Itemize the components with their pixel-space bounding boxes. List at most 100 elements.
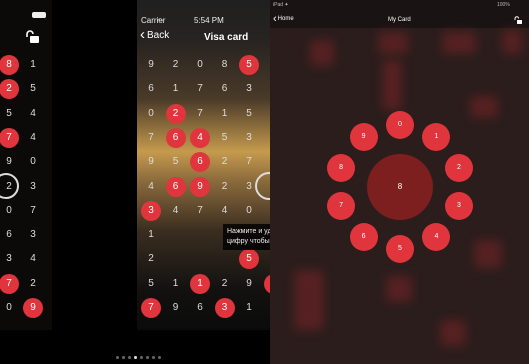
dial-digit-button[interactable]: 4: [422, 223, 451, 252]
digit-cell[interactable]: 2: [215, 152, 235, 172]
digit-cell[interactable]: 9: [190, 176, 210, 197]
digit-cell[interactable]: 4: [215, 201, 235, 221]
digit-cell[interactable]: 3: [239, 128, 259, 148]
digit-cell[interactable]: 5: [141, 274, 161, 294]
digit-cell[interactable]: 2: [23, 274, 43, 294]
digit-cell[interactable]: 5: [239, 249, 259, 270]
digit-cell[interactable]: 1: [239, 298, 259, 318]
digit-cell[interactable]: 7: [239, 152, 259, 172]
digit-cell[interactable]: 3: [23, 225, 43, 245]
digit-cell[interactable]: 6: [165, 176, 186, 197]
digit-cell[interactable]: 8: [0, 55, 19, 75]
digit-cell[interactable]: 6: [190, 298, 210, 318]
digit-cell[interactable]: 9: [141, 152, 161, 172]
digit-cell[interactable]: 2: [0, 79, 19, 100]
digit-cell[interactable]: 2: [166, 55, 186, 75]
page-dot: [146, 356, 149, 359]
page-dot: [116, 356, 119, 359]
digit-cell[interactable]: [190, 249, 210, 269]
digit-cell[interactable]: 2: [215, 274, 235, 294]
page-title: Visa card: [204, 32, 249, 43]
digit-cell[interactable]: 3: [23, 177, 43, 197]
digit-cell[interactable]: 1: [166, 79, 186, 99]
digit-cell[interactable]: 4: [166, 201, 186, 221]
digit-cell[interactable]: 3: [0, 249, 19, 269]
dial-digit-button[interactable]: 8: [327, 153, 356, 182]
hint-line-2: цифру чтобы изменить ее: [227, 238, 270, 245]
digit-cell[interactable]: 4: [23, 128, 43, 148]
back-button[interactable]: ‹ Back: [140, 27, 169, 42]
dial-digit-button[interactable]: 0: [386, 111, 414, 139]
visa-card-screen: Carrier ◠ 5:54 PM ‹ Back Visa card 92085…: [137, 0, 270, 330]
digit-cell[interactable]: 0: [239, 201, 259, 221]
home-button[interactable]: ‹ Home: [273, 13, 294, 25]
digit-cell[interactable]: 5: [23, 79, 43, 99]
digit-cell[interactable]: 4: [23, 104, 43, 124]
digit-cell[interactable]: 1: [141, 225, 161, 245]
page-dot: [134, 356, 137, 359]
digit-cell[interactable]: 4: [190, 127, 210, 148]
digit-cell[interactable]: 9: [239, 274, 259, 294]
digit-cell[interactable]: 5: [166, 152, 186, 172]
dial-digit-button[interactable]: 3: [444, 192, 473, 221]
unlock-icon[interactable]: [513, 16, 523, 25]
digit-cell[interactable]: 4: [141, 177, 161, 197]
status-time: 5:54 PM: [194, 16, 224, 25]
digit-cell[interactable]: 7: [190, 79, 210, 99]
dial-digit-button[interactable]: 5: [386, 235, 414, 263]
digit-cell[interactable]: 7: [0, 273, 19, 294]
digit-cell[interactable]: 0: [141, 104, 161, 124]
chevron-left-icon: ‹: [273, 13, 277, 25]
digit-cell[interactable]: [190, 225, 210, 245]
digit-cell[interactable]: 5: [0, 104, 19, 124]
digit-cell[interactable]: 7: [141, 298, 161, 318]
digit-cell[interactable]: 8: [215, 55, 235, 75]
selected-digit-button[interactable]: 8: [367, 154, 433, 220]
digit-cell[interactable]: 9: [141, 55, 161, 75]
digit-cell[interactable]: 5: [239, 55, 259, 75]
digit-cell[interactable]: 6: [0, 225, 19, 245]
digit-cell[interactable]: 6: [165, 127, 186, 148]
digit-cell[interactable]: 1: [23, 55, 43, 75]
dial-digit-button[interactable]: 1: [422, 122, 451, 151]
digit-cell[interactable]: 2: [165, 103, 186, 124]
digit-cell[interactable]: 1: [166, 274, 186, 294]
digit-cell[interactable]: 3: [214, 298, 235, 318]
digit-cell[interactable]: 7: [0, 127, 19, 148]
dial-digit-button[interactable]: 7: [327, 192, 356, 221]
dial-digit-button[interactable]: 9: [349, 122, 378, 151]
digit-cell[interactable]: 9: [0, 152, 19, 172]
my-card-screen: iPad ✦ 100% ‹ Home My Card 0123456789 8: [270, 0, 529, 364]
digit-cell[interactable]: 5: [215, 128, 235, 148]
digit-cell[interactable]: 3: [239, 79, 259, 99]
dial-digit-button[interactable]: 2: [444, 153, 473, 182]
digit-cell[interactable]: 9: [23, 298, 43, 318]
digit-cell[interactable]: [166, 249, 186, 269]
page-dot: [158, 356, 161, 359]
digit-cell[interactable]: 6: [215, 79, 235, 99]
digit-cell[interactable]: 7: [190, 104, 210, 124]
digit-cell[interactable]: 1: [190, 273, 210, 294]
digit-cell[interactable]: 0: [190, 55, 210, 75]
digit-cell[interactable]: 7: [190, 201, 210, 221]
digit-cell[interactable]: [166, 225, 186, 245]
digit-cell[interactable]: 0: [0, 201, 19, 221]
digit-cell[interactable]: 7: [23, 201, 43, 221]
digit-cell[interactable]: 6: [141, 79, 161, 99]
digit-cell[interactable]: 0: [0, 298, 19, 318]
digit-cell[interactable]: 0: [23, 152, 43, 172]
digit-cell[interactable]: 2: [215, 177, 235, 197]
digit-cell[interactable]: 7: [141, 128, 161, 148]
dial-digit-button[interactable]: 6: [349, 223, 378, 252]
digit-cell[interactable]: 2: [141, 249, 161, 269]
hint-line-1: Нажмите и удерживайте: [227, 228, 270, 235]
digit-cell[interactable]: 5: [239, 104, 259, 124]
digit-cell[interactable]: 1: [215, 104, 235, 124]
digit-cell[interactable]: [215, 249, 235, 269]
unlock-icon[interactable]: [24, 30, 40, 44]
digit-cell[interactable]: 3: [141, 200, 161, 221]
digit-cell[interactable]: 4: [23, 249, 43, 269]
digit-cell[interactable]: 6: [190, 152, 210, 173]
digit-cell[interactable]: 9: [166, 298, 186, 318]
status-carrier: iPad ✦: [273, 2, 289, 8]
